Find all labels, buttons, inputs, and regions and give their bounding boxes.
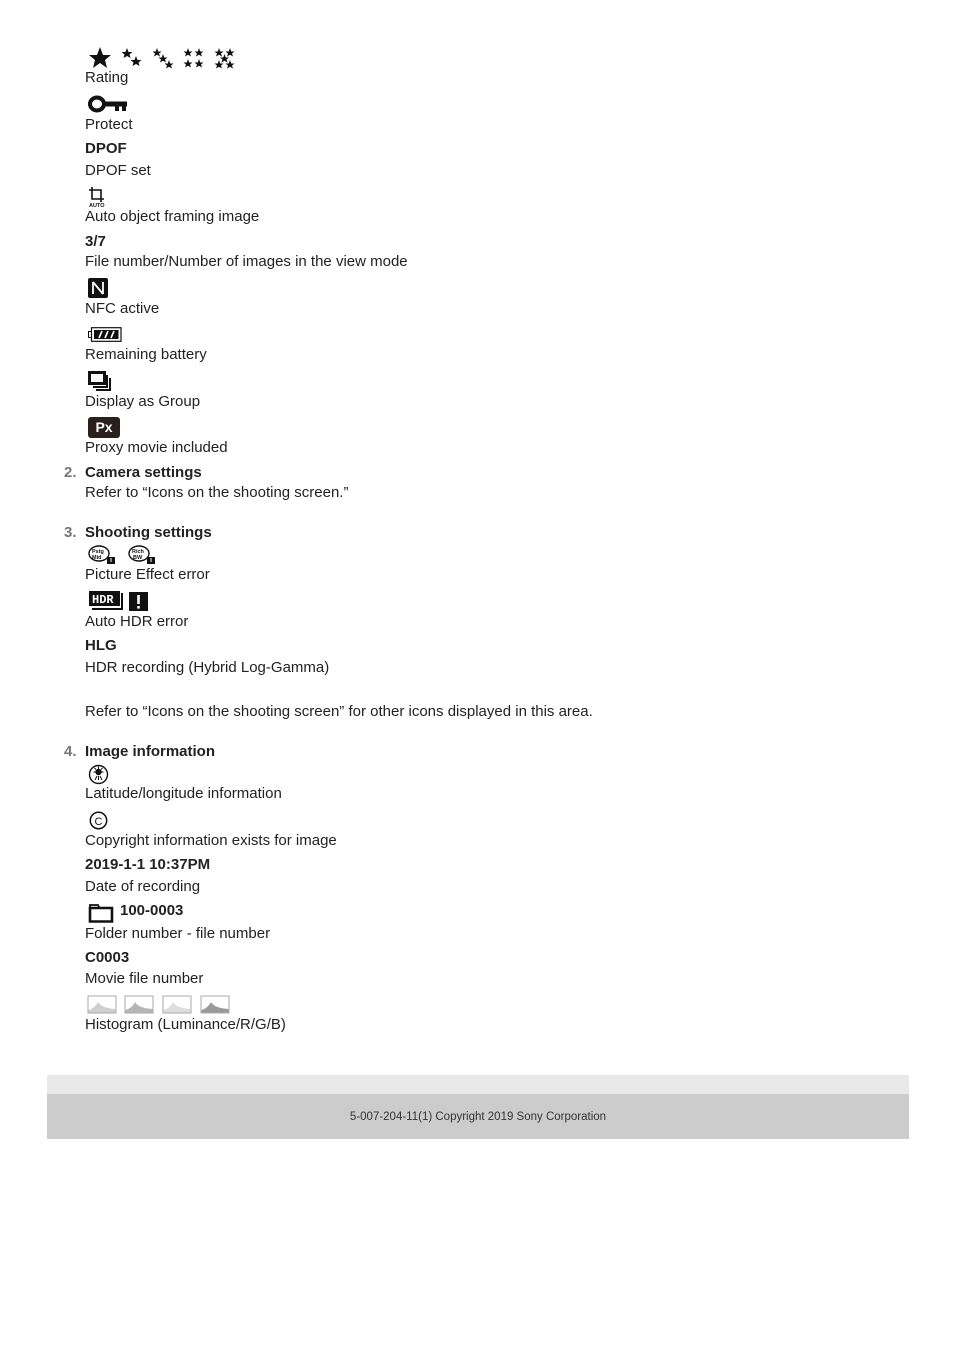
display-as-group-icon [88,371,111,391]
gps-label: Latitude/longitude information [85,785,282,802]
footer-spacer-band [47,1075,909,1094]
histogram-label: Histogram (Luminance/R/G/B) [85,1016,286,1033]
display-as-group-label: Display as Group [85,393,201,410]
dpof-value: DPOF [85,140,127,157]
histogram-icon [87,995,230,1014]
gps-icon [88,764,109,785]
rating-stars-icon [89,47,235,69]
file-number-label: File number/Number of images in the view… [85,253,408,270]
svg-text:C: C [95,816,103,828]
section-3-title: Shooting settings [85,524,212,541]
nfc-label: NFC active [85,300,160,317]
copyright-label: Copyright information exists for image [85,832,337,849]
date-value: 2019-1-1 10:37PM [85,856,211,873]
nfc-icon [88,278,108,298]
protect-key-icon [88,95,127,113]
section-2-number: 2. [64,464,77,481]
auto-object-framing-label: Auto object framing image [85,208,260,225]
section-3-note: Refer to “Icons on the shooting screen” … [85,703,593,720]
hlg-label: HDR recording (Hybrid Log-Gamma) [85,659,330,676]
proxy-movie-icon: Px [88,417,120,438]
footer-copyright: 5-007-204-11(1) Copyright 2019 Sony Corp… [349,1110,607,1123]
section-4-title: Image information [85,743,216,760]
file-number-value: 3/7 [85,233,106,250]
auto-hdr-error-icon: HDR [89,591,148,611]
date-label: Date of recording [85,878,201,895]
footer: 5-007-204-11(1) Copyright 2019 Sony Corp… [47,1094,909,1139]
section-3-number: 3. [64,524,77,541]
section-2-text: Refer to “Icons on the shooting screen.” [85,484,349,501]
svg-text:Mid: Mid [92,555,101,561]
battery-label: Remaining battery [85,346,207,363]
proxy-movie-label: Proxy movie included [85,439,228,456]
battery-icon [88,327,122,342]
protect-label: Protect [85,116,133,133]
folder-file-label: Folder number - file number [85,925,271,942]
auto-object-framing-icon: AUTO [89,187,105,208]
section-4-number: 4. [64,743,77,760]
svg-text:HDR: HDR [92,593,114,607]
picture-effect-error-label: Picture Effect error [85,566,210,583]
folder-file-value: 100-0003 [120,902,184,919]
rating-label: Rating [85,69,129,86]
copyright-icon: C [89,811,108,830]
svg-text:BW: BW [133,555,143,561]
hlg-value: HLG [85,637,117,654]
picture-effect-error-icon: Pstg Mid Rich BW [88,545,155,564]
folder-icon [88,904,114,923]
dpof-label: DPOF set [85,162,151,179]
section-2-title: Camera settings [85,464,202,481]
movie-file-value: C0003 [85,949,130,966]
movie-file-label: Movie file number [85,970,204,987]
auto-hdr-error-label: Auto HDR error [85,613,189,630]
